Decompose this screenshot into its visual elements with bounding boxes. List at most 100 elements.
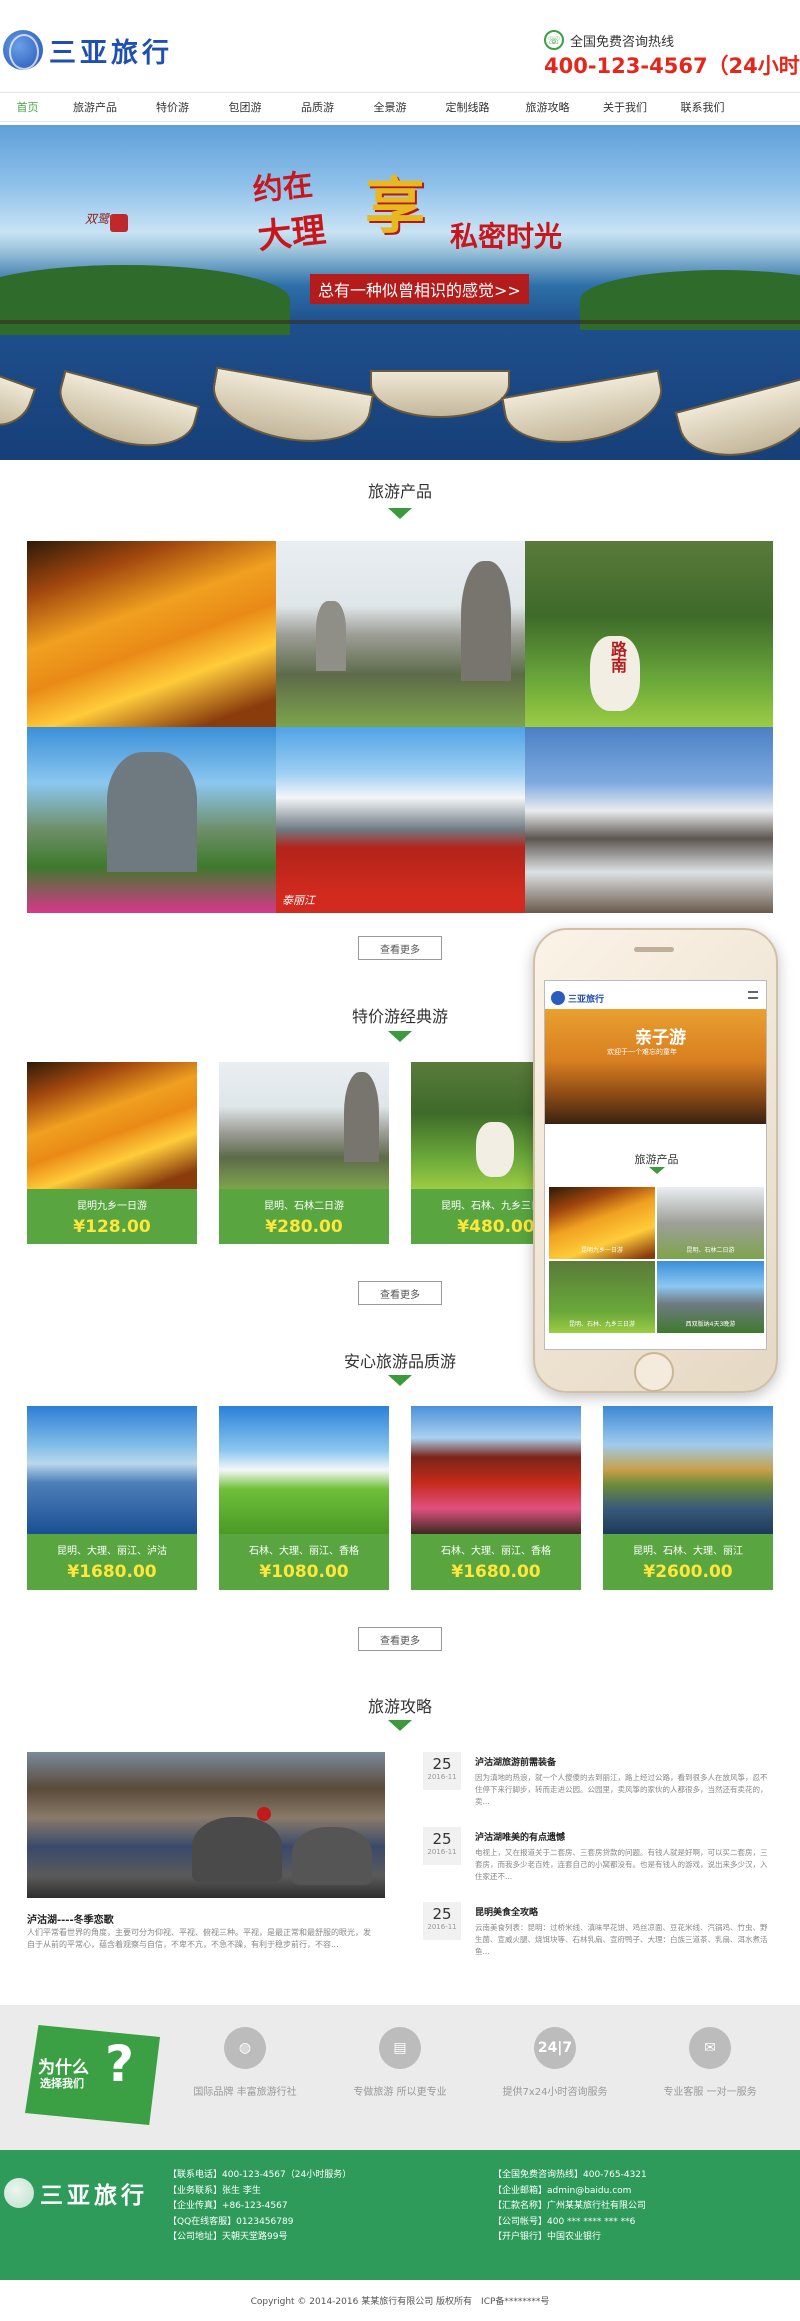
why-choose-us: 为什么 选择我们 ? ◍ 国际品牌 丰富旅游行社 ▤ 专做旅游 所以更专业 24… [0,2005,800,2150]
boat-mid-right [501,369,669,455]
copyright: Copyright © 2014-2016 某某旅行有限公司 版权所有 ICP备… [0,2280,800,2321]
quality-more-button[interactable]: 查看更多 [358,1627,442,1651]
stone-forest-photo[interactable] [276,541,525,727]
special-more-button[interactable]: 查看更多 [358,1281,442,1305]
footer-contact-right: 【全国免费咨询热线】400-765-4321 【企业邮箱】admin@baidu… [493,2170,647,2242]
special-card-caption: 昆明九乡一日游 ¥128.00 [27,1189,197,1244]
left-island-shape [0,265,290,335]
special-card-caption: 昆明、石林二日游 ¥280.00 [219,1189,389,1244]
boat-mid-left [206,366,374,454]
news-desc: 电视上，又在报道关于二套房、三套房贷款的问题。有钱人就是好啊，可以买二套房，三套… [475,1848,768,1881]
mobile-section-arrow [649,1167,665,1174]
quality-card-1[interactable]: 昆明、大理、丽江、泸沽 ¥1680.00 [27,1406,197,1590]
why-item: ◍ 国际品牌 丰富旅游行社 [180,2027,310,2098]
card-name: 石林、大理、丽江、香格 [441,1546,551,1557]
boat-far-left [0,364,37,436]
card-name: 昆明、石林、大理、丽江 [633,1546,743,1557]
quality-card-photo [219,1406,389,1534]
news-title[interactable]: 泸沽湖旅游前需装备 [475,1755,556,1768]
main-nav: 首页 旅游产品 特价游 包团游 品质游 全景游 定制线路 旅游攻略 关于我们 联系我们 [0,92,800,122]
footer-contact-left: 【联系电话】400-123-4567（24小时服务） 【业务联系】张生 李生 【… [168,2170,352,2242]
special-card-2[interactable]: 昆明、石林二日游 ¥280.00 [219,1062,389,1244]
mobile-section-title: 旅游产品 [634,1153,679,1166]
boat-left [50,369,200,460]
why-item-text: 专做旅游 所以更专业 [353,2087,447,2098]
nav-item[interactable]: 品质游 [280,99,355,115]
snow-mountain-red-photo[interactable]: 泰丽江 [276,727,525,913]
boat-right [674,375,800,460]
nav-item[interactable]: 首页 [0,99,55,115]
quality-card-caption: 昆明、大理、丽江、泸沽 ¥1680.00 [27,1534,197,1590]
mobile-banner-title: 亲子游 [635,1028,686,1048]
banyan-tree-photo[interactable]: 路南 [525,541,773,727]
card-price: ¥1680.00 [451,1562,541,1582]
quality-card-caption: 石林、大理、丽江、香格 ¥1680.00 [411,1534,581,1590]
nav-item[interactable]: 旅游产品 [55,99,135,115]
card-name: 昆明九乡一日游 [77,1201,147,1212]
news-desc: 因为滇地的热浪，就一个人傻傻的去到丽江，路上经过公路，看到很多人在放风筝，忍不住… [475,1773,768,1806]
banner-subtitle-link[interactable]: 总有一种似曾相识的感觉>> [310,274,529,304]
banner-title-pre: 约在 大理 [251,167,328,258]
banner-title-big: 享 [365,172,425,242]
red-seal-stamp [110,214,128,232]
card-price: ¥1680.00 [67,1562,157,1582]
nav-item[interactable]: 定制线路 [425,99,510,115]
logo-text: 三亚旅行 [49,37,173,69]
site-footer: 三亚旅行 【联系电话】400-123-4567（24小时服务） 【业务联系】张生… [0,2150,800,2280]
products-title-arrow [0,508,800,519]
news-title[interactable]: 昆明美食全攻略 [475,1905,538,1918]
card-price: ¥1080.00 [259,1562,349,1582]
products-more-button[interactable]: 查看更多 [358,936,442,960]
globe-icon: ◍ [224,2027,266,2069]
quality-card-2[interactable]: 石林、大理、丽江、香格 ¥1080.00 [219,1406,389,1590]
why-badge-line2: 选择我们 [40,2077,84,2090]
question-mark-icon: ? [105,2035,135,2093]
quality-card-3[interactable]: 石林、大理、丽江、香格 ¥1680.00 [411,1406,581,1590]
why-item-text: 提供7x24小时咨询服务 [502,2087,608,2098]
card-name: 石林、大理、丽江、香格 [249,1546,359,1557]
mobile-logo: 三亚旅行 [551,991,604,1005]
quality-title: 安心旅游品质游 [343,1352,456,1371]
stone-forest-flowers-photo[interactable] [27,727,276,913]
quality-card-caption: 石林、大理、丽江、香格 ¥1080.00 [219,1534,389,1590]
card-name: 昆明、石林二日游 [264,1201,344,1212]
banner-title-b: 私密时光 [450,220,563,253]
featured-article-title[interactable]: 泸沽湖----冬季恋歌 [27,1911,114,1926]
why-item-text: 专业客服 一对一服务 [663,2087,757,2098]
menu-icon[interactable] [748,991,758,999]
news-desc: 云南美食列表：昆明：过桥米线、滇味早花饼、鸡丝凉面、豆花米线、汽锅鸡、竹虫、野生… [475,1923,768,1956]
mobile-photo-1[interactable]: 昆明九乡一日游 [549,1187,655,1259]
elephant-show-photo[interactable] [27,1752,385,1898]
special-card-1[interactable]: 昆明九乡一日游 ¥128.00 [27,1062,197,1244]
news-date: 25 2016-11 [423,1752,461,1790]
footer-logo[interactable]: 三亚旅行 [4,2176,148,2210]
mobile-photo-3[interactable]: 昆明、石林、九乡三日游 [549,1261,655,1333]
nav-item[interactable]: 特价游 [135,99,210,115]
mobile-photo-2[interactable]: 昆明、石林二日游 [657,1187,764,1259]
photo-watermark: 泰丽江 [282,894,315,907]
hotline-label: ☏ 全国免费咨询热线 [544,30,674,50]
guide-title: 旅游攻略 [367,1697,432,1716]
why-item: 24|7 提供7x24小时咨询服务 [490,2027,620,2098]
nav-item[interactable]: 全景游 [355,99,425,115]
hotline-label-text: 全国免费咨询热线 [570,34,675,50]
mobile-banner-sub: 欢迎于一个难忘的童年 [607,1048,677,1056]
quality-card-caption: 昆明、石林、大理、丽江 ¥2600.00 [603,1534,773,1590]
news-date: 25 2016-11 [423,1827,461,1865]
why-item: ▤ 专做旅游 所以更专业 [335,2027,465,2098]
nav-item[interactable]: 关于我们 [585,99,665,115]
nav-item[interactable]: 旅游攻略 [510,99,585,115]
nav-item[interactable]: 包团游 [210,99,280,115]
news-title[interactable]: 泸沽湖唯美的有点遗憾 [475,1830,565,1843]
mobile-photo-4[interactable]: 西双版纳4天3晚游 [657,1261,764,1333]
quality-card-photo [603,1406,773,1534]
yellow-terraces-photo[interactable] [27,541,276,727]
jade-dragon-snow-mountain-photo[interactable] [525,727,773,913]
nav-item[interactable]: 联系我们 [665,99,740,115]
mobile-banner[interactable]: 亲子游 欢迎于一个难忘的童年 [545,1009,766,1124]
products-title: 旅游产品 [367,482,432,501]
quality-card-4[interactable]: 昆明、石林、大理、丽江 ¥2600.00 [603,1406,773,1590]
card-name: 昆明、大理、丽江、泸沽 [57,1546,167,1557]
featured-article-desc: 人们平常看世界的角度，主要可分为仰视、平视、俯视三种。平视，是最正常和最舒服的眼… [27,1928,371,1949]
site-logo[interactable]: 三亚旅行 [0,28,180,72]
